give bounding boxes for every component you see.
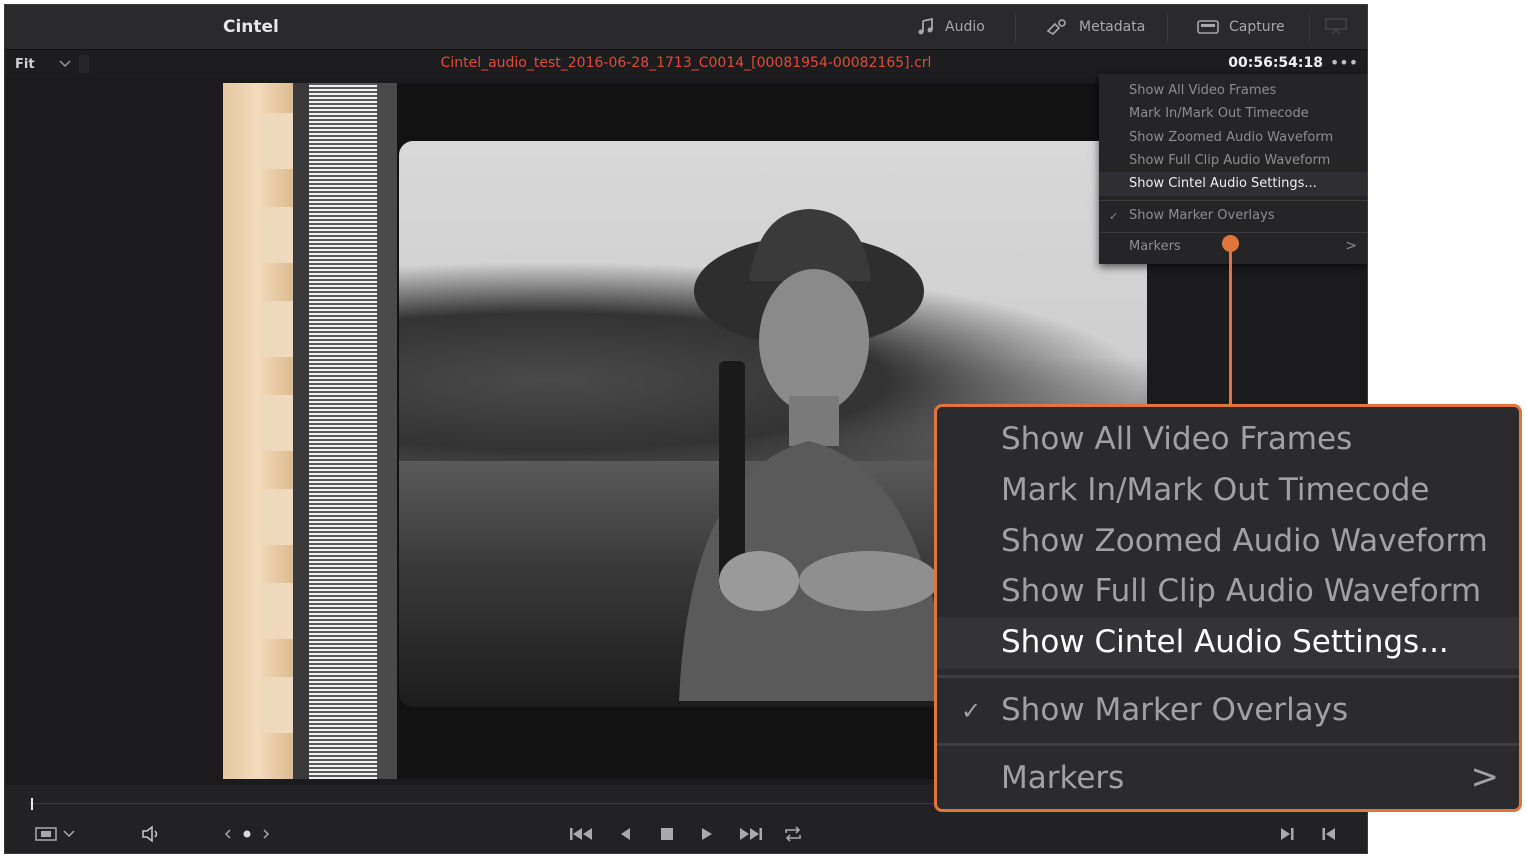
viewer-options-button[interactable]: ••• <box>1329 53 1359 73</box>
menu-item-show-cintel-audio-settings[interactable]: Show Cintel Audio Settings... <box>1129 176 1317 191</box>
stop-button[interactable] <box>655 823 679 845</box>
checkmark-icon: ✓ <box>961 697 982 725</box>
mark-out-icon <box>1281 828 1294 840</box>
volume-button[interactable] <box>137 823 167 845</box>
timecode-display: 00:56:54:18 <box>1228 55 1323 71</box>
go-to-start-button[interactable] <box>567 823 597 845</box>
checkmark-icon: ✓ <box>1109 210 1119 223</box>
zoom-divider <box>937 743 1519 746</box>
capture-label: Capture <box>1229 19 1285 35</box>
perforation <box>259 583 293 639</box>
callout-dot <box>1222 235 1239 252</box>
perforation <box>259 301 293 357</box>
menu-item-mark-in-mark-out-timecode[interactable]: Mark In/Mark Out Timecode <box>1129 106 1309 121</box>
play-button[interactable] <box>695 823 719 845</box>
perforation <box>259 677 293 733</box>
perforation <box>259 395 293 451</box>
menu-item-show-zoomed-audio-waveform[interactable]: Show Zoomed Audio Waveform <box>1129 130 1333 145</box>
metadata-button[interactable]: Metadata <box>1045 5 1145 49</box>
menu-divider <box>1099 232 1367 233</box>
collapse-icon <box>1325 18 1347 35</box>
zoom-item-show-cintel-audio-settings: Show Cintel Audio Settings... <box>1001 624 1449 660</box>
perforation <box>259 489 293 545</box>
step-back-button[interactable] <box>613 823 637 845</box>
audio-label: Audio <box>945 19 985 35</box>
playhead[interactable] <box>31 798 33 810</box>
step-back-icon <box>621 828 630 840</box>
film-strip-icon <box>35 827 57 841</box>
chevron-right-icon: > <box>1345 238 1357 254</box>
menu-divider <box>1099 200 1367 201</box>
jog-control[interactable] <box>221 823 273 845</box>
zoom-item-show-full-clip-audio-waveform: Show Full Clip Audio Waveform <box>1001 573 1482 609</box>
capture-button[interactable]: Capture <box>1197 5 1285 49</box>
jog-icon <box>224 829 270 839</box>
zoom-item-show-all-video-frames: Show All Video Frames <box>1001 421 1353 457</box>
zoom-item-markers: Markers <box>1001 760 1125 796</box>
top-toolbar: Cintel Audio Metadata Capture <box>5 5 1367 49</box>
play-icon <box>702 828 712 840</box>
loop-icon <box>785 826 801 842</box>
chevron-down-icon <box>63 830 75 838</box>
capture-icon <box>1197 20 1219 34</box>
menu-item-markers[interactable]: Markers <box>1129 239 1181 254</box>
zoom-item-show-marker-overlays: Show Marker Overlays <box>1001 692 1349 728</box>
chevron-right-icon: > <box>1470 757 1500 797</box>
menu-item-show-all-video-frames[interactable]: Show All Video Frames <box>1129 83 1276 98</box>
toolbar-divider <box>1309 13 1310 43</box>
audio-button[interactable]: Audio <box>917 5 985 49</box>
go-to-end-icon <box>740 828 762 840</box>
toolbar-divider <box>1167 13 1168 43</box>
app-title: Cintel <box>223 17 279 37</box>
menu-item-show-marker-overlays[interactable]: Show Marker Overlays <box>1129 208 1275 223</box>
collapse-button[interactable] <box>1325 5 1347 49</box>
go-to-end-button[interactable] <box>735 823 765 845</box>
clip-filename: Cintel_audio_test_2016-06-28_1713_C0014_… <box>440 55 932 71</box>
callout-line <box>1229 242 1232 405</box>
mark-in-button[interactable] <box>1317 823 1341 845</box>
zoomed-menu-callout: Show All Video Frames Mark In/Mark Out T… <box>934 404 1522 812</box>
optical-soundtrack <box>293 83 397 779</box>
metadata-label: Metadata <box>1079 19 1146 35</box>
mark-in-icon <box>1322 828 1335 840</box>
volume-icon <box>142 825 158 843</box>
go-to-start-icon <box>570 828 592 840</box>
music-note-icon <box>918 18 933 35</box>
zoom-divider <box>937 675 1519 678</box>
perforation <box>259 113 293 169</box>
mark-out-button[interactable] <box>1275 823 1299 845</box>
stop-icon <box>661 828 673 840</box>
perforation <box>259 207 293 263</box>
zoom-item-mark-in-mark-out-timecode: Mark In/Mark Out Timecode <box>1001 472 1430 508</box>
toolbar-divider <box>1015 13 1016 43</box>
menu-item-show-full-clip-audio-waveform[interactable]: Show Full Clip Audio Waveform <box>1129 153 1330 168</box>
zoom-item-show-zoomed-audio-waveform: Show Zoomed Audio Waveform <box>1001 523 1488 559</box>
viewer-mode-dropdown[interactable] <box>31 823 79 845</box>
metadata-icon <box>1046 19 1066 36</box>
film-edge <box>223 83 293 779</box>
loop-button[interactable] <box>779 823 807 845</box>
